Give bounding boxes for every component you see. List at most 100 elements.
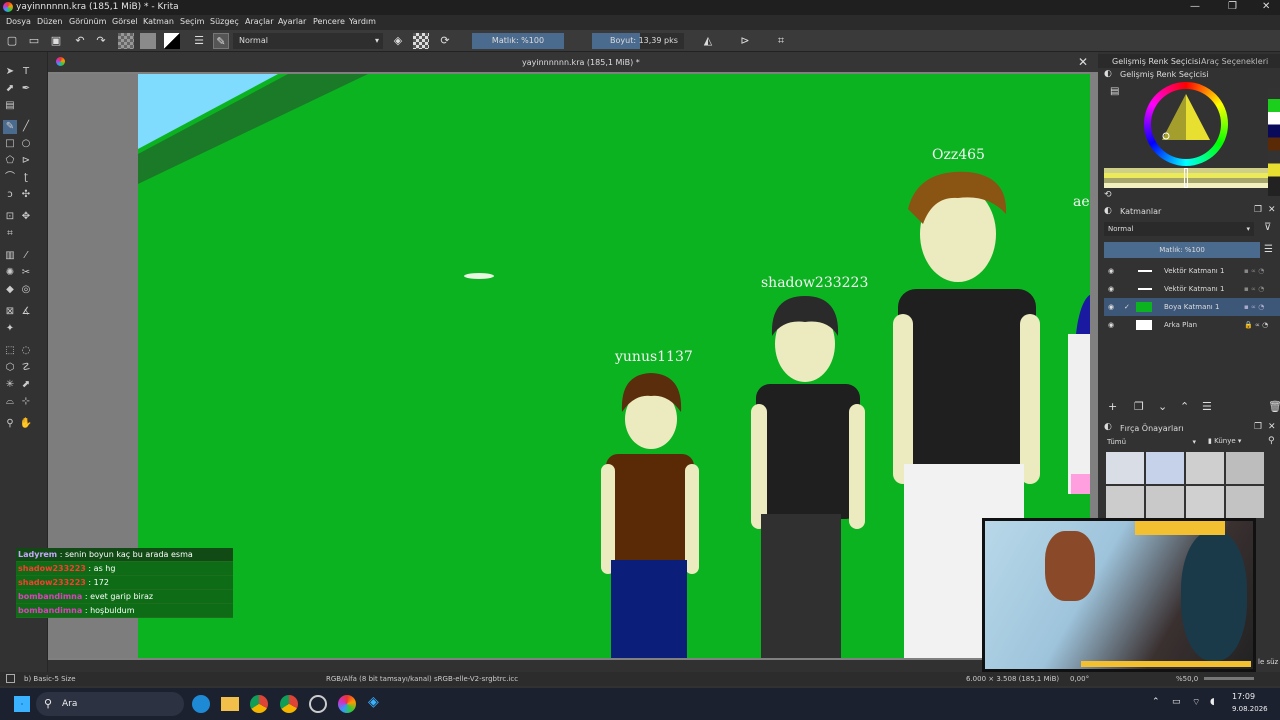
colorize-mask-icon[interactable]: ✺ <box>3 266 17 280</box>
fg-bg-color-icon[interactable] <box>164 33 180 49</box>
contiguous-select-icon[interactable]: ✳ <box>3 378 17 392</box>
wrap-around-icon[interactable]: ⌗ <box>773 33 789 49</box>
measure-tool-icon[interactable]: ∡ <box>19 305 33 319</box>
eraser-icon[interactable]: ◈ <box>390 33 406 49</box>
wifi-icon[interactable]: ⌔ <box>1192 697 1200 708</box>
crop-tool-icon[interactable]: ⌗ <box>3 227 17 241</box>
preserve-alpha-icon[interactable] <box>413 33 429 49</box>
layer-opacity-slider[interactable]: Matlık: %100 <box>1104 242 1260 258</box>
enclose-fill-icon[interactable]: ◎ <box>19 283 33 297</box>
brush-preset-tile[interactable] <box>1226 486 1264 518</box>
brush-preset-icon[interactable]: ✎ <box>213 33 229 49</box>
assistant-tool-icon[interactable]: ⊠ <box>3 305 17 319</box>
edit-shape-icon[interactable]: ⬈ <box>3 82 17 96</box>
mirror-vertical-icon[interactable]: ⊳ <box>737 33 753 49</box>
clock-time[interactable]: 17:09 <box>1232 692 1255 701</box>
tab-color-selector[interactable]: Gelişmiş Renk Seçicisi <box>1112 57 1200 66</box>
document-tab[interactable]: yayinnnnnn.kra (185,1 MiB) * ✕ <box>48 52 1098 72</box>
brush-settings-icon[interactable]: ☰ <box>191 33 207 49</box>
gradient-preset-icon[interactable] <box>118 33 134 49</box>
maximize-icon[interactable]: ❐ <box>1228 1 1237 12</box>
polygon-tool-icon[interactable]: ⬠ <box>3 154 17 168</box>
calligraphy-icon[interactable]: ✒ <box>19 82 33 96</box>
drawing-canvas[interactable]: yunus1137 shadow233223 Ozz465 aet <box>138 74 1090 658</box>
close-docker-icon[interactable]: ✕ <box>1268 205 1276 215</box>
bezier-tool-icon[interactable]: ⌒ <box>3 171 17 185</box>
brush-preset-tile[interactable] <box>1226 452 1264 484</box>
status-zoom[interactable]: %50,0 <box>1176 675 1198 683</box>
minimize-icon[interactable]: — <box>1190 1 1200 12</box>
menu-secim[interactable]: Seçim <box>180 17 204 26</box>
menu-yardim[interactable]: Yardım <box>349 17 376 26</box>
visibility-eye-icon[interactable]: ◉ <box>1108 316 1114 334</box>
assistant-icon[interactable]: ▤ <box>3 99 17 113</box>
lock-icon[interactable]: ▪ ∝ ◔ <box>1244 298 1264 316</box>
layer-row[interactable]: ◉ Vektör Katmanı 1 ▪ ∝ ◔ <box>1104 262 1280 280</box>
fill-tool-icon[interactable]: ◆ <box>3 283 17 297</box>
polygon-select-icon[interactable]: ⬡ <box>3 361 17 375</box>
gradient-tool-icon[interactable]: ▥ <box>3 249 17 263</box>
layer-properties-icon[interactable]: ☰ <box>1202 400 1212 413</box>
brush-preset-tile[interactable] <box>1106 452 1144 484</box>
obs-icon[interactable] <box>309 695 327 713</box>
chrome-profile-icon[interactable] <box>280 695 298 713</box>
color-picker-icon[interactable]: ⁄ <box>19 249 33 263</box>
menu-pencere[interactable]: Pencere <box>313 17 345 26</box>
clock-date[interactable]: 9.08.2026 <box>1232 705 1268 713</box>
network-icon[interactable]: ▭ <box>1172 697 1181 707</box>
visibility-eye-icon[interactable]: ◉ <box>1108 280 1114 298</box>
visibility-eye-icon[interactable]: ◉ <box>1108 262 1114 280</box>
filter-icon[interactable]: ⊽ <box>1264 222 1271 233</box>
polyline-tool-icon[interactable]: ⊳ <box>19 154 33 168</box>
zoom-tool-icon[interactable]: ⚲ <box>3 417 17 431</box>
chrome-icon[interactable] <box>250 695 268 713</box>
close-document-icon[interactable]: ✕ <box>1078 55 1088 69</box>
color-settings-icon[interactable]: ▤ <box>1110 86 1119 97</box>
lock-icon[interactable]: ▪ ∝ ◔ <box>1244 262 1264 280</box>
move-tool-icon[interactable]: ✥ <box>19 210 33 224</box>
opacity-slider[interactable]: Matlık: %100 <box>472 33 564 49</box>
color-history-strip[interactable] <box>1268 88 1280 196</box>
new-document-icon[interactable]: ▢ <box>4 33 20 49</box>
lock-icon[interactable]: 🔒 ∝ ◔ <box>1244 316 1268 334</box>
rectangle-tool-icon[interactable]: □ <box>3 137 17 151</box>
freehand-path-icon[interactable]: ʈ <box>19 171 33 185</box>
layer-row-selected[interactable]: ◉ ✓ Boya Katmanı 1 ▪ ∝ ◔ <box>1104 298 1280 316</box>
brush-tag-button[interactable]: ▮ Künye ▾ <box>1208 437 1241 445</box>
menu-suzgec[interactable]: Süzgeç <box>210 17 239 26</box>
windows-start-icon[interactable] <box>14 696 30 712</box>
menu-katman[interactable]: Katman <box>143 17 174 26</box>
reference-tool-icon[interactable]: ✦ <box>3 322 17 336</box>
visibility-eye-icon[interactable]: ◉ <box>1108 298 1114 316</box>
layer-row[interactable]: ◉ Arka Plan 🔒 ∝ ◔ <box>1104 316 1280 334</box>
close-window-icon[interactable]: ✕ <box>1262 1 1270 12</box>
brush-filter-select[interactable]: Tümü ▾ <box>1104 436 1200 448</box>
menu-gorsel[interactable]: Görsel <box>112 17 138 26</box>
magnetic-select-icon[interactable]: ⊹ <box>19 395 33 409</box>
app-icon[interactable]: ◈ <box>368 694 379 710</box>
multibrush-icon[interactable]: ✣ <box>19 188 33 202</box>
brush-preset-tile[interactable] <box>1106 486 1144 518</box>
lock-icon[interactable]: ▪ ∝ ◔ <box>1244 280 1264 298</box>
tray-chevron-icon[interactable]: ⌃ <box>1152 697 1160 707</box>
brush-preset-tile[interactable] <box>1146 452 1184 484</box>
menu-dosya[interactable]: Dosya <box>6 17 31 26</box>
volume-icon[interactable]: ◖ <box>1210 697 1215 707</box>
duplicate-layer-icon[interactable]: ❐ <box>1134 400 1144 413</box>
rect-select-icon[interactable]: ⬚ <box>3 344 17 358</box>
delete-layer-icon[interactable]: 🗑 <box>1268 400 1280 413</box>
text-tool-icon[interactable]: T <box>19 65 33 79</box>
menu-duzen[interactable]: Düzen <box>37 17 62 26</box>
menu-gorunum[interactable]: Görünüm <box>69 17 106 26</box>
search-icon[interactable]: ⚲ <box>1268 436 1275 446</box>
freehand-select-icon[interactable]: ☡ <box>19 361 33 375</box>
layers-menu-icon[interactable]: ☰ <box>1264 244 1273 255</box>
dynamic-brush-icon[interactable]: ↄ <box>3 188 17 202</box>
layer-blend-select[interactable]: Normal ▾ <box>1104 222 1254 236</box>
file-explorer-icon[interactable] <box>221 697 239 711</box>
brush-preset-tile[interactable] <box>1186 486 1224 518</box>
bezier-select-icon[interactable]: ⌓ <box>3 395 17 409</box>
pattern-preset-icon[interactable] <box>140 33 156 49</box>
float-docker-icon[interactable]: ❐ <box>1254 205 1262 215</box>
similar-select-icon[interactable]: ⬈ <box>19 378 33 392</box>
